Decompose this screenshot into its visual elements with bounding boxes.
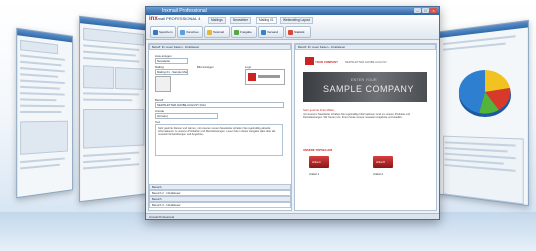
body-text-area[interactable]: Sehr geehrte Damen und Herren, mit unser… [155,124,283,156]
product-2-image[interactable]: Artikel B [373,156,393,168]
body-text: Sehr geehrte Damen und Herren, mit unser… [158,127,276,137]
company-logo-icon [248,73,256,81]
newsletter-title: NEWSLETTER ADOBE AUGUST [345,60,387,64]
preview-pane: Betreff: Ihr neuer Kasten - Inhaltsleser… [294,43,437,211]
background-window-2 [79,15,148,203]
greeting-text: Sehr geehrte Frau Müller, [303,108,335,112]
editor-header: Betreff: Ihr neuer Kasten - Inhaltsleser [149,44,291,50]
status-bar: Inxmail Professional [146,213,439,219]
product-1-caption: Artikel 1 [309,172,320,176]
approve-button[interactable]: Freigabe [231,26,257,38]
maximize-icon[interactable]: □ [422,8,429,13]
title-bar: Inxmail Professional – □ × [146,7,439,15]
window-title: Inxmail Professional [162,8,207,14]
ribbon-toolbar: inxmail PROFESSIONAL 4 Mailings Newslett… [146,15,439,40]
your-company-logo-icon [305,57,314,65]
preview-header: Betreff: Ihr neuer Kasten - Inhaltsleser [295,44,436,50]
product-2-caption: Artikel 2 [373,172,384,176]
main-window: Inxmail Professional – □ × inxmail PROFE… [145,6,440,220]
tab-mailings[interactable]: Mailings [208,17,226,24]
mail-icon [207,29,212,35]
background-window-1 [16,27,73,199]
tab-webmailing-layout[interactable]: Webmailing Layout [280,17,314,24]
app-logo: inxmail PROFESSIONAL 4 [149,16,201,22]
preview-icon [180,29,185,35]
subject-field[interactable]: NEWSLETTER ADOBE AUGUST 2012 [155,102,284,108]
tab-mailing-01[interactable]: Mailing 01 [256,17,277,24]
company-logo-text: YOUR COMPANY [315,60,338,64]
save-button[interactable]: Speichern [150,26,176,38]
editor-pane: Betreff: Ihr neuer Kasten - Inhaltsleser… [148,43,292,211]
close-icon[interactable]: × [430,8,437,13]
list-select[interactable]: Newsletter [155,58,188,64]
banner-title: SAMPLE COMPANY [323,84,414,94]
tab-newsletter[interactable]: Newsletter [230,17,252,24]
image-placeholder[interactable] [155,76,171,92]
statistics-button[interactable]: Statistik [285,26,311,38]
minimize-icon[interactable]: – [414,8,421,13]
send-button[interactable]: Versand [258,26,284,38]
pie-chart-icon [458,69,511,117]
testmail-button[interactable]: Testmail [204,26,230,38]
logo-preview[interactable] [245,69,285,85]
banner-subtitle: ENTER YOUR [351,78,377,82]
check-icon [234,29,239,35]
send-icon [261,29,266,35]
save-icon [153,29,158,35]
products-header: UNSERE TOPSELLER [303,148,333,152]
product-1-image[interactable]: Artikel A [309,156,329,168]
option-label: Bild anzeigen [197,65,214,69]
chart-icon [288,29,293,35]
salutation-field[interactable]: [Anrede] [155,113,218,119]
newsletter-paragraph: mit unserem Newsletter erhalten Sie rege… [303,113,411,120]
status-text: Inxmail Professional [149,215,175,219]
preview-button[interactable]: Vorschau [177,26,203,38]
mailing-field[interactable]: Mailing 01 - Sample Mail [155,69,188,75]
section-4[interactable]: Bereich 3 - Inhaltsleser [149,202,291,208]
hero-banner: ENTER YOUR SAMPLE COMPANY [303,72,427,102]
